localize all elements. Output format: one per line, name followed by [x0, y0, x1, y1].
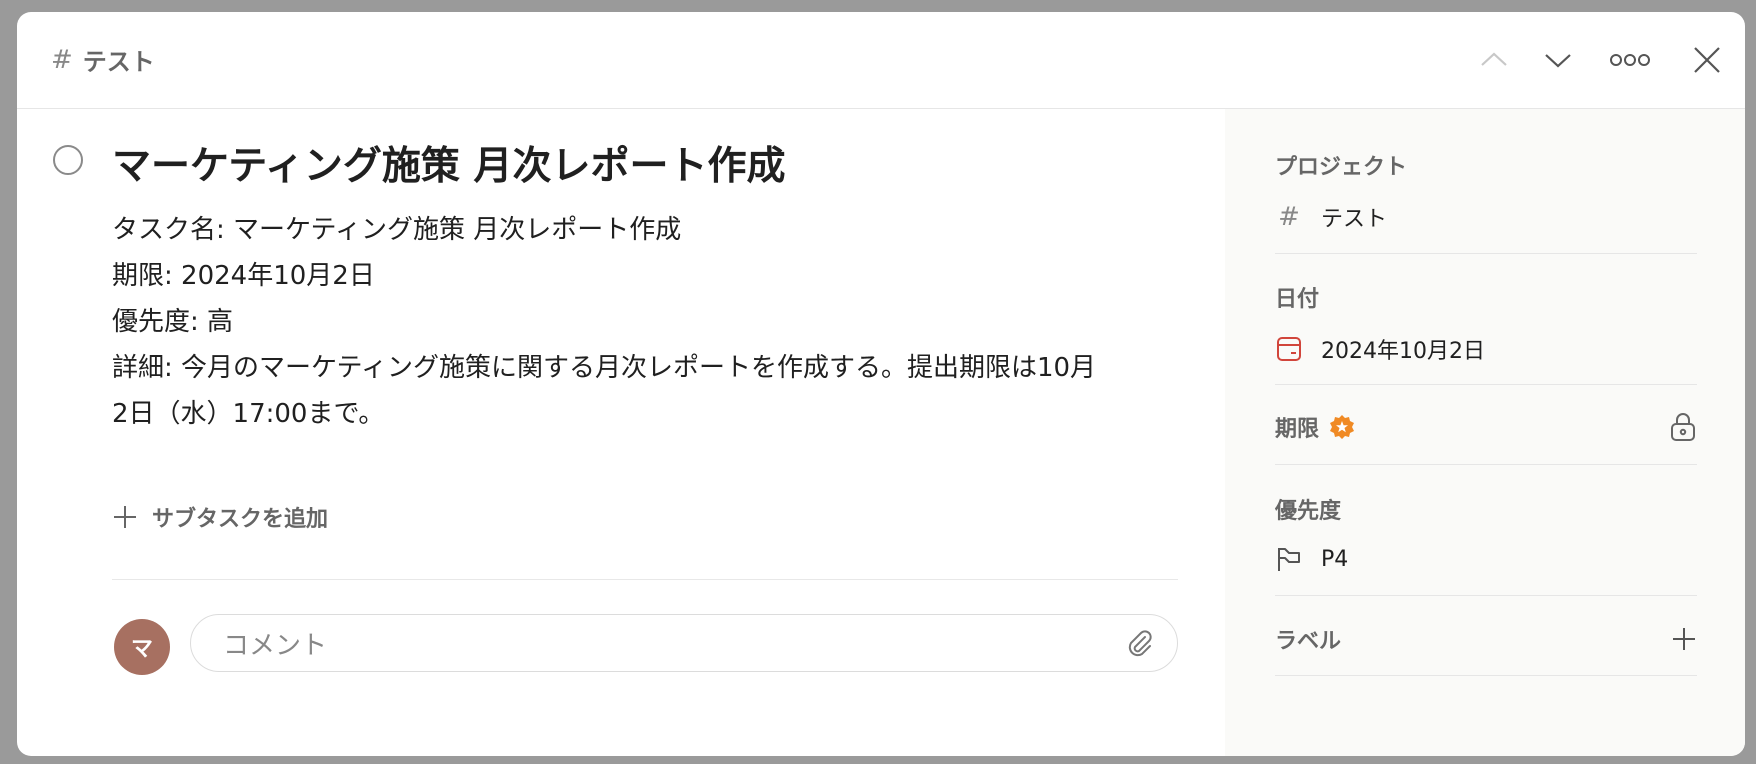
divider: [112, 579, 1178, 580]
more-actions-button[interactable]: [1608, 38, 1652, 82]
attach-file-button[interactable]: [1123, 627, 1157, 661]
more-icon: [1610, 54, 1650, 66]
description-line: タスク名: マーケティング施策 月次レポート作成: [112, 215, 682, 245]
add-subtask-button[interactable]: サブタスクを追加: [112, 501, 328, 533]
avatar: マ: [114, 619, 170, 675]
calendar-icon: [1277, 337, 1301, 361]
paperclip-icon: [1128, 630, 1152, 657]
task-title[interactable]: マーケティング施策 月次レポート作成: [112, 135, 785, 191]
task-description[interactable]: タスク名: マーケティング施策 月次レポート作成 期限: 2024年10月2日 …: [112, 207, 1182, 437]
plus-icon: [114, 506, 136, 528]
flag-icon: [1278, 548, 1300, 571]
date-selector[interactable]: 2024年10月2日: [1275, 333, 1697, 365]
task-detail-modal: # テスト マーケティング施策 月次レポート作成 タスク名: マーケティング施策…: [17, 12, 1745, 756]
labels-section[interactable]: ラベル: [1275, 623, 1697, 655]
priority-label: 優先度: [1275, 499, 1342, 524]
modal-header: # テスト: [17, 12, 1745, 109]
project-value: テスト: [1321, 207, 1388, 232]
lock-icon: [1671, 413, 1695, 441]
chevron-down-icon: [1545, 54, 1571, 68]
breadcrumb-project[interactable]: # テスト: [51, 42, 155, 77]
priority-value: P4: [1321, 546, 1349, 572]
hash-icon: #: [1278, 202, 1300, 232]
task-sidebar: プロジェクト # テスト 日付 2024年10月2日 期限 優先度 P4 ラベル: [1225, 109, 1745, 756]
divider: [1275, 595, 1697, 596]
next-task-button[interactable]: [1536, 38, 1580, 82]
deadline-label: 期限: [1275, 417, 1320, 442]
priority-section: 優先度 P4: [1275, 493, 1697, 573]
breadcrumb-project-name: テスト: [82, 48, 155, 76]
description-line: 期限: 2024年10月2日: [112, 261, 375, 291]
deadline-section[interactable]: 期限: [1275, 411, 1697, 443]
chevron-up-icon: [1481, 52, 1507, 66]
hash-icon: #: [51, 44, 73, 75]
add-subtask-label: サブタスクを追加: [152, 507, 329, 532]
date-label: 日付: [1275, 287, 1320, 312]
task-main-panel: マーケティング施策 月次レポート作成 タスク名: マーケティング施策 月次レポー…: [17, 109, 1225, 756]
project-selector[interactable]: # テスト: [1275, 201, 1697, 233]
comment-input[interactable]: コメント: [190, 614, 1178, 672]
divider: [1275, 253, 1697, 254]
project-section: プロジェクト # テスト: [1275, 149, 1697, 233]
priority-selector[interactable]: P4: [1275, 545, 1697, 573]
previous-task-button[interactable]: [1472, 38, 1516, 82]
description-line: 2日（水）17:00まで。: [112, 399, 385, 429]
divider: [1275, 464, 1697, 465]
close-icon: [1694, 47, 1720, 73]
project-label: プロジェクト: [1275, 155, 1408, 180]
complete-task-checkbox[interactable]: [53, 145, 83, 175]
divider: [1275, 384, 1697, 385]
date-value: 2024年10月2日: [1321, 339, 1485, 364]
date-section: 日付 2024年10月2日: [1275, 281, 1697, 365]
divider: [1275, 675, 1697, 676]
close-button[interactable]: [1685, 38, 1729, 82]
labels-label: ラベル: [1275, 629, 1342, 654]
plus-icon[interactable]: [1671, 626, 1697, 652]
description-line: 優先度: 高: [112, 307, 234, 337]
header-actions: [1445, 12, 1745, 108]
comment-placeholder: コメント: [223, 630, 328, 661]
description-line: 詳細: 今月のマーケティング施策に関する月次レポートを作成する。提出期限は10月: [112, 353, 1097, 383]
star-badge-icon: [1330, 415, 1355, 439]
